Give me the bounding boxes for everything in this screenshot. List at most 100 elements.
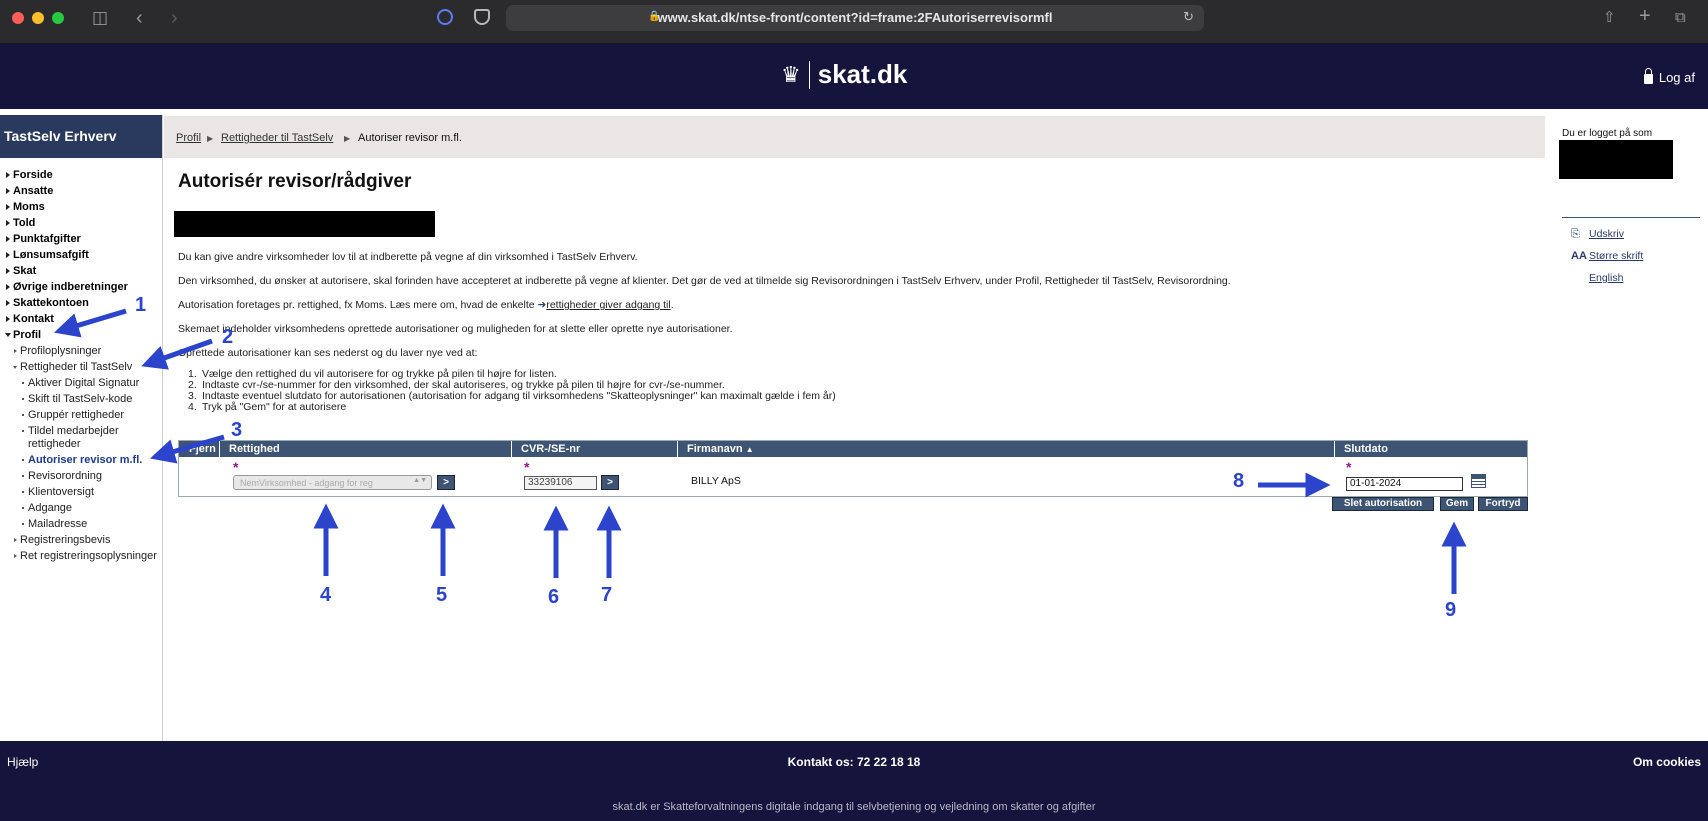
sidebar: TastSelv Erhverv Forside Ansatte Moms To…	[0, 115, 163, 741]
cookies-link[interactable]: Om cookies	[1633, 755, 1701, 769]
print-link[interactable]: Udskriv	[1589, 228, 1624, 240]
annotation-number: 5	[436, 584, 448, 606]
sort-up-icon: ▲	[745, 445, 754, 454]
authorization-paragraph: Autorisation foretages pr. rettighed, fx…	[178, 299, 674, 311]
url-text: www.skat.dk/ntse-front/content?id=frame:…	[657, 10, 1053, 25]
schema-paragraph: Skemaet indeholder virksomhedens oprette…	[178, 323, 733, 335]
sidebar-title: TastSelv Erhverv	[0, 115, 162, 158]
sidebar-item-registreringsbevis[interactable]: Registreringsbevis	[0, 532, 162, 548]
annotation-number: 8	[1233, 470, 1245, 492]
intro-paragraph: Du kan give andre virksomheder lov til a…	[178, 251, 638, 263]
divider	[1562, 217, 1700, 218]
text-size-icon: A​A	[1571, 250, 1587, 262]
footer-tagline: skat.dk er Skatteforvaltningens digitale…	[612, 801, 1096, 813]
slutdato-input[interactable]: 01-01-2024	[1346, 477, 1463, 491]
cvr-input[interactable]: 33239106	[524, 476, 597, 490]
sidebar-item-lonsumsafgift[interactable]: Lønsumsafgift	[0, 247, 162, 263]
sidebar-item-punktafgifter[interactable]: Punktafgifter	[0, 231, 162, 247]
forward-arrow-icon[interactable]: ›	[171, 8, 178, 28]
list-item: 4. Tryk på "Gem" for at autorisere	[188, 402, 836, 413]
col-firmanavn[interactable]: Firmanavn ▲	[678, 441, 1335, 457]
sidebar-item-ovrige-indberetninger[interactable]: Øvrige indberetninger	[0, 279, 162, 295]
required-marker: *	[524, 459, 530, 475]
share-icon[interactable]: ⇧	[1603, 8, 1616, 28]
sidebar-item-adgange[interactable]: Adgange	[0, 500, 162, 516]
shield-icon[interactable]	[474, 9, 490, 25]
annotation-number: 2	[222, 326, 234, 348]
breadcrumb-separator: ▶	[344, 134, 351, 143]
right-panel: Du er logget på som	[1562, 128, 1702, 139]
rights-link[interactable]: rettigheder giver adgang til	[546, 299, 670, 311]
sidebar-item-told[interactable]: Told	[0, 215, 162, 231]
authorization-table: Fjern Rettighed CVR-/SE-nr Firmanavn ▲ S…	[178, 440, 1528, 497]
footer: Hjælp Kontakt os: 72 22 18 18 Om cookies…	[0, 741, 1708, 821]
sidebar-item-profil[interactable]: Profil	[0, 327, 162, 343]
browser-toolbar: ◫ ‹ › www.skat.dk/ntse-front/content?id=…	[0, 0, 1708, 44]
logo-text: skat.dk	[817, 59, 908, 89]
steps-list: 1. Vælge den rettighed du vil autorisere …	[188, 369, 836, 413]
required-marker: *	[1346, 459, 1352, 475]
step-number: 4.	[188, 401, 197, 413]
authorization-text-end: .	[670, 299, 674, 311]
back-arrow-icon[interactable]: ‹	[136, 8, 143, 28]
cvr-go-button[interactable]: >	[601, 475, 619, 490]
privacy-icon[interactable]	[437, 9, 453, 25]
larger-text-link[interactable]: Større skrift	[1589, 250, 1643, 262]
logged-in-label: Du er logget på som	[1562, 128, 1653, 139]
sidebar-toggle-icon[interactable]: ◫	[92, 8, 108, 28]
calendar-icon[interactable]	[1471, 474, 1486, 488]
maximize-window-button[interactable]	[52, 12, 64, 24]
sidebar-item-tildel-medarbejder-rettigheder[interactable]: Tildel medarbejder rettigheder	[0, 423, 162, 452]
page-title: Autorisér revisor/rådgiver	[178, 171, 412, 192]
sidebar-item-ansatte[interactable]: Ansatte	[0, 183, 162, 199]
sidebar-item-profiloplysninger[interactable]: Profiloplysninger	[0, 343, 162, 359]
breadcrumb-current: Autoriser revisor m.fl.	[358, 132, 462, 144]
skat-logo[interactable]: ♛ skat.dk	[781, 59, 907, 90]
rettighed-select[interactable]: NemVirksomhed - adgang for reg ▲▼	[233, 475, 432, 490]
col-cvr[interactable]: CVR-/SE-nr	[512, 441, 678, 457]
breadcrumb-rettigheder[interactable]: Rettigheder til TastSelv	[221, 132, 333, 144]
rettighed-go-button[interactable]: >	[437, 475, 455, 490]
english-link[interactable]: English	[1589, 272, 1623, 284]
sidebar-item-klientoversigt[interactable]: Klientoversigt	[0, 484, 162, 500]
print-icon: ⎘	[1571, 228, 1580, 240]
site-header: ♛ skat.dk Log af	[0, 44, 1708, 112]
logo-divider	[808, 60, 810, 89]
close-window-button[interactable]	[12, 12, 24, 24]
sidebar-item-skift-tastselv-kode[interactable]: Skift til TastSelv-kode	[0, 391, 162, 407]
sidebar-item-grupper-rettigheder[interactable]: Gruppér rettigheder	[0, 407, 162, 423]
authorization-text: Autorisation foretages pr. rettighed, fx…	[178, 299, 535, 311]
required-marker: *	[233, 459, 239, 475]
annotation-number: 7	[601, 584, 613, 606]
sidebar-item-ret-registreringsoplysninger[interactable]: Ret registreringsoplysninger	[0, 548, 162, 563]
annotation-number: 9	[1445, 599, 1457, 621]
tabs-overview-icon[interactable]: ⧉	[1675, 8, 1686, 28]
requirement-paragraph: Den virksomhed, du ønsker at autorisere,…	[178, 275, 1231, 287]
sidebar-item-revisorordning[interactable]: Revisorordning	[0, 468, 162, 484]
logout-button[interactable]: Log af	[1643, 68, 1695, 85]
sidebar-item-forside[interactable]: Forside	[0, 167, 162, 183]
new-tab-icon[interactable]: +	[1639, 6, 1651, 26]
sidebar-item-mailadresse[interactable]: Mailadresse	[0, 516, 162, 532]
firm-name: BILLY ApS	[691, 475, 741, 487]
rettighed-select-value: NemVirksomhed - adgang for reg	[240, 478, 373, 488]
col-rettighed[interactable]: Rettighed	[220, 441, 512, 457]
logout-label: Log af	[1658, 70, 1695, 85]
cancel-button[interactable]: Fortryd	[1478, 497, 1528, 511]
sidebar-nav: Forside Ansatte Moms Told Punktafgifter …	[0, 158, 162, 563]
annotation-number: 6	[548, 586, 560, 608]
col-firmanavn-label: Firmanavn	[687, 443, 743, 455]
col-fjern[interactable]: Fjern	[179, 441, 220, 457]
sidebar-item-aktiver-digital-signatur[interactable]: Aktiver Digital Signatur	[0, 375, 162, 391]
sidebar-item-rettigheder[interactable]: Rettigheder til TastSelv	[0, 359, 162, 375]
address-bar[interactable]: www.skat.dk/ntse-front/content?id=frame:…	[506, 5, 1204, 31]
delete-authorization-button[interactable]: Slet autorisation	[1332, 497, 1434, 511]
sidebar-item-skat[interactable]: Skat	[0, 263, 162, 279]
sidebar-item-moms[interactable]: Moms	[0, 199, 162, 215]
breadcrumb-profil[interactable]: Profil	[176, 132, 201, 144]
sidebar-item-autoriser-revisor[interactable]: Autoriser revisor m.fl.	[0, 452, 162, 468]
reload-icon[interactable]: ↻	[1183, 9, 1194, 25]
save-button[interactable]: Gem	[1440, 497, 1474, 511]
col-slutdato[interactable]: Slutdato	[1335, 441, 1527, 457]
minimize-window-button[interactable]	[32, 12, 44, 24]
